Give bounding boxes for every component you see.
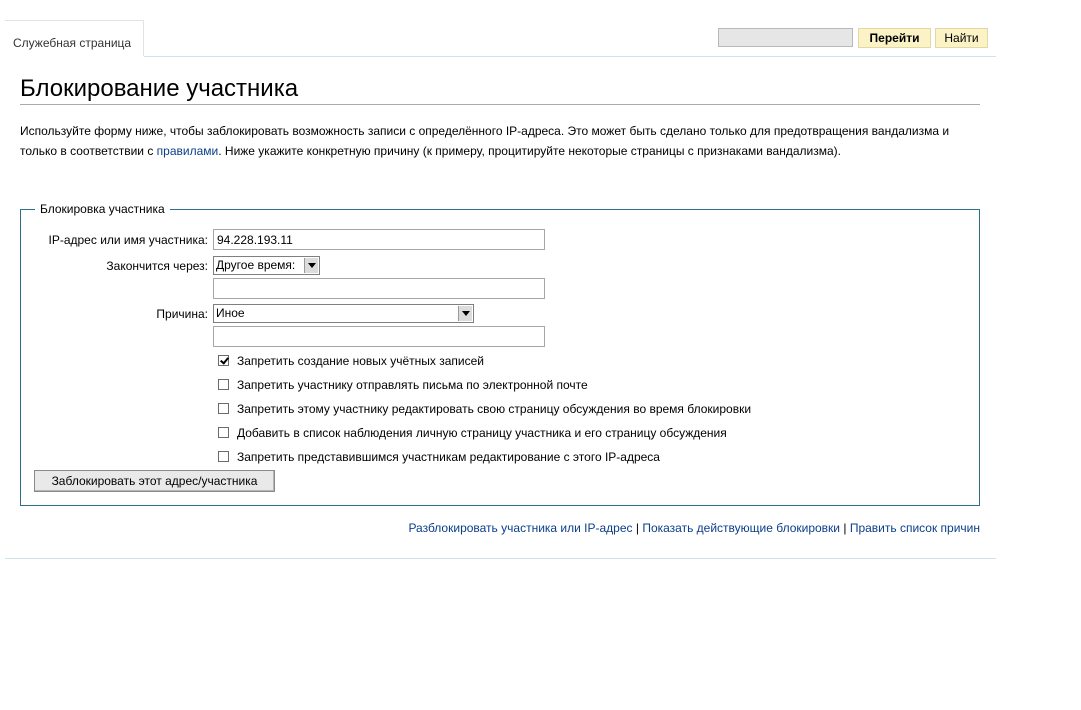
checkbox-label: Запретить участнику отправлять письма по… xyxy=(237,378,588,392)
find-button[interactable]: Найти xyxy=(935,28,988,48)
expiry-select-value: Другое время: xyxy=(216,258,296,272)
checkbox-label: Добавить в список наблюдения личную стра… xyxy=(237,426,727,440)
checkbox-hardblock[interactable] xyxy=(218,451,229,463)
reason-other-input[interactable] xyxy=(213,326,545,347)
reason-select[interactable]: Иное xyxy=(213,304,474,323)
checkbox-no-create[interactable] xyxy=(218,355,229,367)
block-submit-button[interactable]: Заблокировать этот адрес/участника xyxy=(34,470,275,492)
link-separator: | xyxy=(632,521,643,535)
rules-link[interactable]: правилами xyxy=(157,144,219,158)
target-input[interactable] xyxy=(213,229,545,250)
checkbox-row-no-talk-edit[interactable]: Запретить этому участнику редактировать … xyxy=(218,401,751,417)
checkbox-row-watch[interactable]: Добавить в список наблюдения личную стра… xyxy=(218,425,727,441)
footer-divider xyxy=(5,558,996,559)
checkbox-no-email[interactable] xyxy=(218,379,229,391)
link-separator: | xyxy=(840,521,850,535)
fieldset-legend: Блокировка участника xyxy=(35,202,170,216)
expiry-select[interactable]: Другое время: xyxy=(213,256,320,275)
target-label: IP-адрес или имя участника: xyxy=(48,233,209,247)
search-input[interactable] xyxy=(718,28,853,47)
checkbox-watch[interactable] xyxy=(218,427,229,439)
checkbox-row-no-create[interactable]: Запретить создание новых учётных записей xyxy=(218,353,484,369)
checkbox-row-hardblock[interactable]: Запретить представившимся участникам ред… xyxy=(218,449,660,465)
go-button[interactable]: Перейти xyxy=(858,28,931,48)
checkbox-no-talk-edit[interactable] xyxy=(218,403,229,415)
show-blocks-link[interactable]: Показать действующие блокировки xyxy=(642,521,840,535)
expiry-other-input[interactable] xyxy=(213,278,545,299)
page-title: Блокирование участника xyxy=(20,74,980,105)
checkbox-label: Запретить создание новых учётных записей xyxy=(237,354,484,368)
checkbox-row-no-email[interactable]: Запретить участнику отправлять письма по… xyxy=(218,377,588,393)
top-bar: Служебная страница Перейти Найти xyxy=(5,20,996,57)
expiry-label: Закончится через: xyxy=(106,259,208,273)
reason-label: Причина: xyxy=(156,307,208,321)
intro-text: Используйте форму ниже, чтобы заблокиров… xyxy=(20,121,980,161)
edit-reasons-link[interactable]: Править список причин xyxy=(850,521,980,535)
intro-text-part2: . Ниже укажите конкретную причину (к при… xyxy=(218,144,841,158)
chevron-down-icon[interactable] xyxy=(458,306,472,321)
header-divider xyxy=(144,56,996,57)
chevron-down-icon[interactable] xyxy=(304,258,318,273)
tab-special-page[interactable]: Служебная страница xyxy=(5,20,144,56)
bottom-links: Разблокировать участника или IP-адрес | … xyxy=(408,520,980,536)
checkbox-label: Запретить этому участнику редактировать … xyxy=(237,402,752,416)
reason-select-value: Иное xyxy=(216,306,245,320)
unblock-link[interactable]: Разблокировать участника или IP-адрес xyxy=(408,521,632,535)
checkbox-label: Запретить представившимся участникам ред… xyxy=(237,450,660,464)
tab-underline xyxy=(5,56,144,57)
